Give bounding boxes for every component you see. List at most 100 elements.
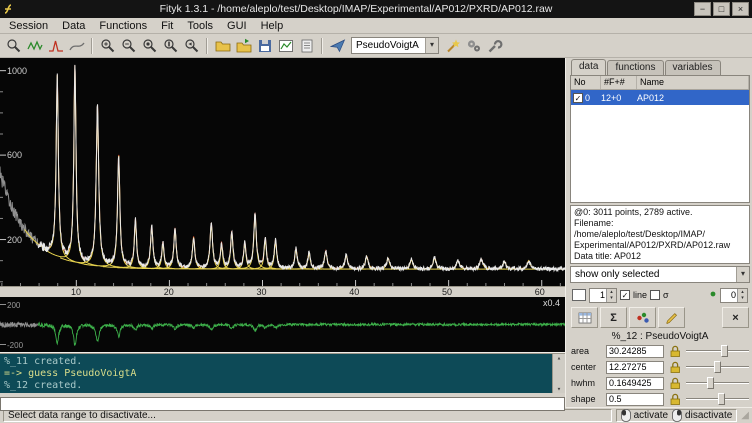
sigma-checkbox[interactable] (650, 290, 660, 300)
data-table-button[interactable] (571, 307, 598, 328)
param-area-input[interactable] (606, 345, 664, 358)
tab-data[interactable]: data (571, 59, 606, 75)
sum-button[interactable]: Σ (600, 307, 627, 328)
paper-plane-icon (330, 38, 346, 54)
param-hwhm-input[interactable] (606, 377, 664, 390)
param-center-slider[interactable] (686, 360, 749, 374)
sidebar-tabs: data functions variables (568, 58, 752, 75)
param-row-center: center (568, 359, 752, 375)
save-session-button[interactable] (254, 36, 275, 56)
menu-help[interactable]: Help (254, 20, 291, 32)
zoom-vertical-icon (163, 38, 179, 54)
menu-functions[interactable]: Functions (92, 20, 154, 32)
hint-label: disactivate (685, 410, 732, 421)
close-button[interactable]: × (732, 2, 749, 16)
output-console[interactable]: %_11 created. =-> guess PseudoVoigtA %_1… (0, 354, 565, 393)
spin-down-icon[interactable]: ▾ (738, 295, 747, 301)
zoom-all-icon (142, 38, 158, 54)
chevron-down-icon[interactable]: ▾ (736, 267, 749, 282)
execute-script-button[interactable] (327, 36, 348, 56)
resize-grip[interactable]: ◢ (741, 411, 749, 421)
function-type-select[interactable]: PseudoVoigtA ▾ (351, 37, 439, 54)
menu-session[interactable]: Session (2, 20, 55, 32)
slider-handle[interactable] (718, 393, 725, 405)
main-plot[interactable]: 1000600200 (0, 58, 565, 286)
param-center-input[interactable] (606, 361, 664, 374)
line-checkbox[interactable]: ✓ (620, 290, 630, 300)
plot-column: 1000600200 102030405060 x0.4 200-200 %_1… (0, 58, 565, 407)
command-input[interactable] (0, 397, 565, 411)
baseline-mode-button[interactable] (66, 36, 87, 56)
point-size-spinner[interactable]: ▴▾ (589, 288, 617, 303)
auto-add-peak-button[interactable] (442, 36, 463, 56)
log-button[interactable] (296, 36, 317, 56)
shift-input[interactable] (721, 289, 737, 302)
spin-down-icon[interactable]: ▾ (607, 295, 616, 301)
menu-tools[interactable]: Tools (180, 20, 220, 32)
menu-gui[interactable]: GUI (220, 20, 254, 32)
console-scrollbar[interactable]: ▴ ▾ (552, 354, 565, 393)
dataset-checkbox[interactable]: ✓ (573, 93, 583, 103)
info-line: @0: 3011 points, 2789 active. (574, 207, 746, 218)
command-input-row (0, 393, 565, 407)
minimize-button[interactable]: − (694, 2, 711, 16)
tab-functions[interactable]: functions (607, 60, 663, 75)
param-shape-slider[interactable] (686, 392, 749, 406)
lock-icon[interactable] (667, 392, 683, 406)
model-sum-series (38, 65, 564, 269)
slider-handle[interactable] (707, 377, 714, 389)
filter-select[interactable]: show only selected ▾ (570, 266, 750, 283)
zoom-mode-button[interactable] (3, 36, 24, 56)
scroll-down-icon[interactable]: ▾ (557, 385, 561, 393)
delete-data-button[interactable]: × (722, 307, 749, 328)
chevron-down-icon[interactable]: ▾ (425, 38, 438, 53)
functions-colors-button[interactable] (629, 307, 656, 328)
point-icon (709, 290, 717, 301)
scroll-up-icon[interactable]: ▴ (557, 354, 561, 362)
sidebar: data functions variables No #F+# Name ✓ … (568, 58, 752, 407)
titlebar[interactable]: Fityk 1.3.1 - /home/aleplo/test/Desktop/… (0, 0, 752, 18)
param-shape-input[interactable] (606, 393, 664, 406)
residual-scale-label: x0.4 (543, 298, 560, 308)
lock-icon[interactable] (667, 376, 683, 390)
maximize-button[interactable]: □ (713, 2, 730, 16)
include-file-button[interactable] (233, 36, 254, 56)
data-range-mode-button[interactable] (24, 36, 45, 56)
run-fit-button[interactable] (463, 36, 484, 56)
zoom-out-button[interactable] (118, 36, 139, 56)
tab-variables[interactable]: variables (665, 60, 721, 75)
menu-fit[interactable]: Fit (154, 20, 180, 32)
export-image-button[interactable] (275, 36, 296, 56)
dataset-row[interactable]: ✓ 0 12+0 AP012 (571, 90, 749, 105)
data-color-swatch[interactable] (572, 289, 586, 301)
point-size-input[interactable] (590, 289, 606, 302)
zoom-vertical-button[interactable] (160, 36, 181, 56)
toolbar-separator (91, 38, 93, 54)
open-session-button[interactable] (212, 36, 233, 56)
param-hwhm-slider[interactable] (686, 376, 749, 390)
function-peaks-series (25, 66, 565, 269)
lock-icon[interactable] (667, 344, 683, 358)
slider-handle[interactable] (721, 345, 728, 357)
zoom-all-button[interactable] (139, 36, 160, 56)
dataset-list[interactable]: No #F+# Name ✓ 0 12+0 AP012 (570, 75, 750, 203)
add-peak-mode-button[interactable] (45, 36, 66, 56)
param-area-slider[interactable] (686, 344, 749, 358)
residual-plot[interactable]: x0.4 200-200 (0, 297, 565, 352)
lock-icon[interactable] (667, 360, 683, 374)
zoom-previous-button[interactable] (181, 36, 202, 56)
document-icon (299, 38, 315, 54)
mouse-hints-cell: activate disactivate (616, 409, 738, 422)
column-functions[interactable]: #F+# (601, 76, 637, 89)
zoom-in-button[interactable] (97, 36, 118, 56)
dataset-name: AP012 (637, 93, 749, 103)
settings-button[interactable] (484, 36, 505, 56)
menu-data[interactable]: Data (55, 20, 92, 32)
wand-icon (445, 38, 461, 54)
column-no[interactable]: No (571, 76, 601, 89)
shift-spinner[interactable]: ▴▾ (720, 288, 748, 303)
slider-handle[interactable] (714, 361, 721, 373)
column-name[interactable]: Name (637, 76, 749, 89)
data-editor-button[interactable] (658, 307, 685, 328)
folder-icon (215, 38, 231, 54)
